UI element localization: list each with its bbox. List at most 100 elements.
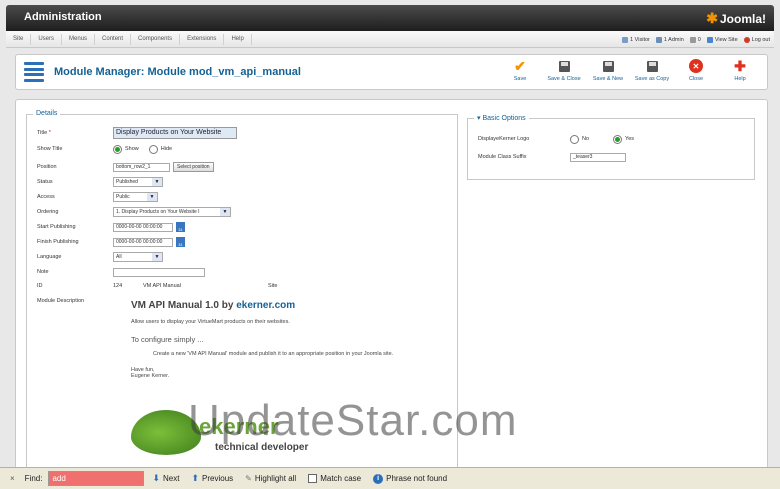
ordering-label: Ordering bbox=[37, 209, 59, 215]
save-copy-button[interactable]: Save as Copy bbox=[633, 59, 671, 82]
joomla-logo-icon: ✱ bbox=[706, 10, 718, 26]
highlight-all-button[interactable]: ✎ Highlight all bbox=[245, 474, 296, 483]
description-heading-text: VM API Manual 1.0 by bbox=[131, 300, 237, 311]
save-close-icon bbox=[557, 59, 571, 73]
status-value: Published bbox=[116, 179, 138, 185]
show-title-show-radio[interactable]: Show bbox=[113, 144, 139, 154]
basic-options-legend-text: Basic Options bbox=[482, 115, 526, 122]
display-logo-yes-radio[interactable]: Yes bbox=[613, 134, 634, 144]
info-icon: i bbox=[373, 473, 384, 484]
access-row: Access Public ▼ bbox=[37, 191, 158, 203]
find-bar: × Find: add ⬇ Next ⬆ Previous ✎ Highlight a… bbox=[0, 467, 780, 489]
status-select[interactable]: Published ▼ bbox=[113, 177, 163, 187]
find-previous-label: Previous bbox=[202, 474, 234, 483]
page-toolbar: Module Manager: Module mod_vm_api_manual… bbox=[15, 54, 768, 90]
view-site-icon bbox=[706, 36, 713, 43]
title-label: Title * bbox=[37, 130, 113, 136]
note-input[interactable] bbox=[113, 267, 205, 277]
ekerner-link[interactable]: ekerner.com bbox=[236, 300, 295, 311]
chevron-down-icon: ▼ bbox=[152, 178, 162, 186]
start-publishing-label: Start Publishing bbox=[37, 224, 76, 230]
note-row: Note bbox=[37, 266, 205, 278]
mail-icon bbox=[689, 36, 696, 43]
help-icon: ✚ bbox=[734, 57, 746, 74]
position-input[interactable]: bottom_row2_1 bbox=[113, 162, 170, 172]
note-label: Note bbox=[37, 269, 49, 275]
save-button[interactable]: ✔ Save bbox=[501, 58, 539, 83]
description-signoff-2: Eugene Kerner. bbox=[131, 373, 170, 379]
description-step: Create a new 'VM API Manual' module and … bbox=[153, 351, 394, 357]
main-menu-bar: Site Users Menus Content Components Exte… bbox=[6, 31, 774, 48]
start-publishing-row: Start Publishing 0000-00-00 00:00:00 31 bbox=[37, 221, 185, 233]
calendar-icon[interactable]: 31 bbox=[176, 222, 185, 232]
ordering-select[interactable]: 1. Display Products on Your Website I ▼ bbox=[113, 207, 231, 217]
description-heading: VM API Manual 1.0 by ekerner.com bbox=[131, 300, 421, 311]
highlighter-icon: ✎ bbox=[245, 474, 252, 483]
basic-options-fieldset: ▾ Basic Options DisplayeKerner Logo No Y… bbox=[467, 114, 755, 180]
finish-publishing-label: Finish Publishing bbox=[37, 239, 79, 245]
visitors-text: 1 Visitor bbox=[630, 36, 650, 43]
class-suffix-label: Module Class Suffix bbox=[478, 154, 527, 160]
access-select[interactable]: Public ▼ bbox=[113, 192, 158, 202]
menu-item-users[interactable]: Users bbox=[31, 34, 63, 45]
calendar-icon[interactable]: 31 bbox=[176, 237, 185, 247]
save-new-button[interactable]: Save & New bbox=[589, 59, 627, 82]
language-select[interactable]: All ▼ bbox=[113, 252, 163, 262]
find-close-icon[interactable]: × bbox=[10, 474, 15, 483]
menu-item-extensions[interactable]: Extensions bbox=[180, 34, 225, 45]
module-manager-icon bbox=[24, 62, 44, 82]
radio-empty-icon bbox=[570, 134, 579, 144]
help-label: Help bbox=[734, 76, 746, 82]
main-menu: Site Users Menus Content Components Exte… bbox=[6, 31, 252, 48]
language-label: Language bbox=[37, 254, 62, 260]
messages-count: 0 bbox=[697, 36, 701, 43]
find-previous-button[interactable]: ⬆ Previous bbox=[191, 473, 233, 484]
display-logo-no-radio[interactable]: No bbox=[570, 134, 589, 144]
chevron-down-icon: ▼ bbox=[220, 208, 230, 216]
chevron-down-icon: ▼ bbox=[147, 193, 157, 201]
module-description-label: Module Description bbox=[37, 298, 85, 304]
finish-publishing-row: Finish Publishing 0000-00-00 00:00:00 31 bbox=[37, 236, 185, 248]
joomla-logo[interactable]: ✱ Joomla! bbox=[706, 10, 766, 27]
admins-status[interactable]: 1 Admin bbox=[655, 36, 684, 43]
checkbox-icon bbox=[308, 474, 318, 483]
start-publishing-input[interactable]: 0000-00-00 00:00:00 bbox=[113, 222, 173, 232]
title-input[interactable]: Display Products on Your Website bbox=[113, 127, 237, 139]
find-next-button[interactable]: ⬇ Next bbox=[152, 473, 179, 484]
match-case-checkbox[interactable]: Match case bbox=[308, 474, 361, 483]
access-label: Access bbox=[37, 194, 55, 200]
description-intro: Allow users to display your VirtueMart p… bbox=[131, 319, 290, 325]
id-row: ID 124 VM API Manual Site bbox=[37, 280, 277, 292]
show-title-hide-radio[interactable]: Hide bbox=[148, 144, 172, 154]
select-position-button[interactable]: Select position bbox=[173, 162, 214, 172]
display-logo-label: DisplayeKerner Logo bbox=[478, 136, 530, 142]
id-value: 124 bbox=[113, 283, 123, 289]
menu-item-components[interactable]: Components bbox=[131, 34, 181, 45]
logout-text: Log out bbox=[751, 36, 770, 43]
menu-item-menus[interactable]: Menus bbox=[62, 34, 96, 45]
menu-item-help[interactable]: Help bbox=[224, 34, 252, 45]
find-next-label: Next bbox=[163, 474, 180, 483]
module-description: VM API Manual 1.0 by ekerner.com Allow u… bbox=[131, 300, 421, 379]
save-close-button[interactable]: Save & Close bbox=[545, 59, 583, 82]
logout-link[interactable]: Log out bbox=[743, 36, 770, 43]
admin-header: Administration ✱ Joomla! bbox=[6, 5, 774, 31]
finish-publishing-input[interactable]: 0000-00-00 00:00:00 bbox=[113, 237, 173, 247]
menu-item-site[interactable]: Site bbox=[6, 34, 32, 45]
menu-item-content[interactable]: Content bbox=[95, 34, 132, 45]
view-site-link[interactable]: View Site bbox=[706, 36, 738, 43]
help-button[interactable]: ✚ Help bbox=[721, 57, 759, 83]
find-input[interactable]: add bbox=[48, 471, 145, 486]
required-mark: * bbox=[48, 130, 51, 136]
title-label-text: Title bbox=[37, 130, 48, 136]
basic-options-legend[interactable]: ▾ Basic Options bbox=[474, 114, 529, 122]
find-label: Find: bbox=[24, 474, 43, 483]
language-row: Language All ▼ bbox=[37, 251, 163, 263]
messages-status[interactable]: 0 bbox=[689, 36, 701, 43]
admins-icon bbox=[655, 36, 662, 43]
visitors-status[interactable]: 1 Visitor bbox=[622, 36, 650, 43]
find-status-text: Phrase not found bbox=[386, 474, 448, 483]
close-button[interactable]: ✕ Close bbox=[677, 59, 715, 82]
class-suffix-input[interactable]: _teaser3 bbox=[570, 152, 626, 162]
save-copy-label: Save as Copy bbox=[634, 76, 670, 82]
